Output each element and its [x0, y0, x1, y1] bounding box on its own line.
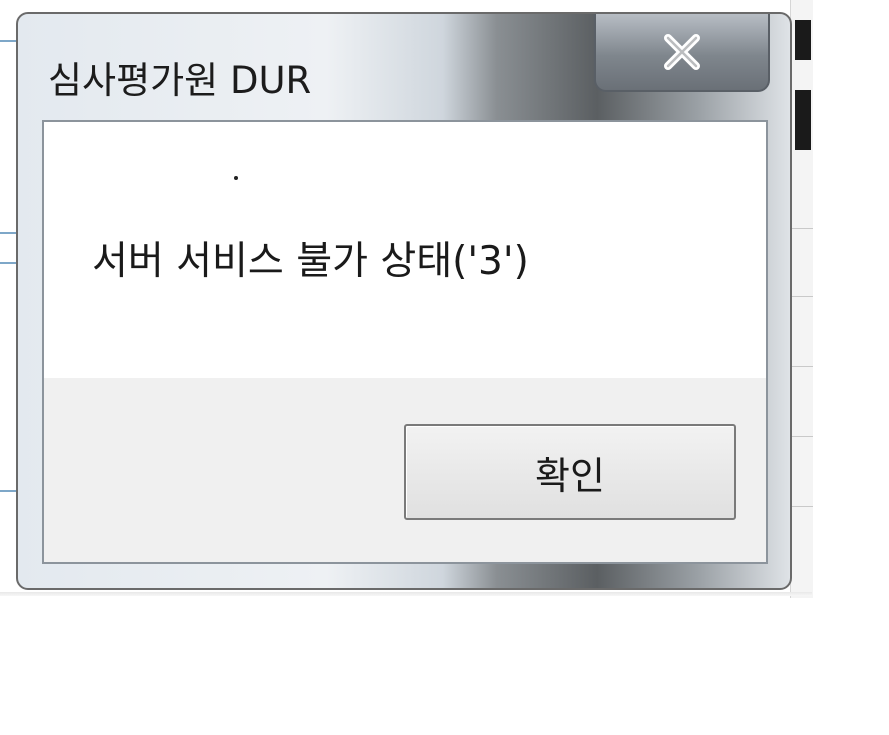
background-gridline: [791, 296, 813, 297]
dialog-title: 심사평가원 DUR: [48, 59, 312, 102]
close-button[interactable]: [594, 14, 770, 92]
background-window-strip: [790, 0, 813, 598]
background-dark-block: [795, 90, 811, 150]
background-window-edge: [0, 0, 16, 600]
background-line: [0, 490, 16, 492]
background-gridline: [791, 366, 813, 367]
close-icon: [664, 34, 700, 70]
message-panel: 서버 서비스 불가 상태('3'): [44, 122, 766, 378]
dialog-titlebar[interactable]: 심사평가원 DUR: [18, 14, 790, 122]
background-dark-block: [795, 20, 811, 60]
message-text: 서버 서비스 불가 상태('3'): [92, 239, 529, 284]
background-gridline: [791, 228, 813, 229]
background-line: [0, 262, 16, 264]
message-dialog: 심사평가원 DUR 서버 서비스 불가 상태('3') 확인: [16, 12, 792, 590]
ok-button[interactable]: 확인: [404, 424, 736, 520]
dialog-client-area: 서버 서비스 불가 상태('3') 확인: [42, 120, 768, 564]
background-bottom-edge: [0, 592, 812, 596]
background-gridline: [791, 506, 813, 507]
background-gridline: [791, 436, 813, 437]
background-line: [0, 40, 16, 42]
message-dot: [234, 176, 238, 180]
background-line: [0, 232, 16, 234]
